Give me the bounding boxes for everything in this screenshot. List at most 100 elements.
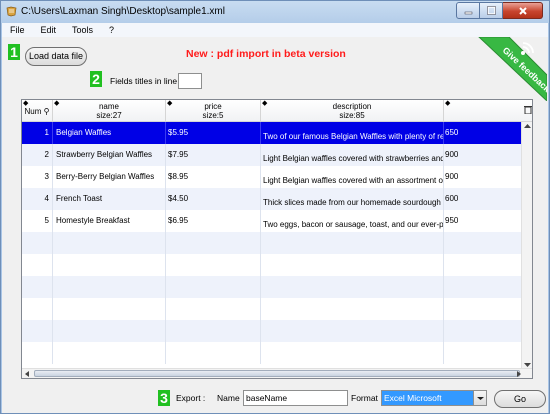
table-row[interactable]: 2 Strawberry Belgian Waffles $7.95 Light Be… <box>22 144 522 166</box>
fields-titles-input[interactable] <box>178 73 202 89</box>
trash-icon[interactable] <box>524 105 532 114</box>
export-format-select[interactable]: Excel Microsoft <box>381 390 487 406</box>
table-cell-num[interactable]: 4 <box>22 188 53 210</box>
table-cell-name[interactable] <box>53 298 166 320</box>
table-cell-num[interactable] <box>22 232 53 254</box>
table-cell-price[interactable]: $7.95 <box>166 144 261 166</box>
menu-edit[interactable]: Edit <box>33 25 65 35</box>
table-cell-name[interactable]: French Toast <box>53 188 166 210</box>
title-bar: C:\Users\Laxman Singh\Desktop\sample1.xm… <box>1 1 549 23</box>
menu-help[interactable]: ? <box>101 25 122 35</box>
table-cell-calories[interactable] <box>444 298 522 320</box>
table-cell-calories[interactable]: 600 <box>444 188 522 210</box>
table-cell-name[interactable] <box>53 254 166 276</box>
table-cell-num[interactable] <box>22 254 53 276</box>
vertical-scrollbar[interactable] <box>521 122 532 370</box>
scroll-left-icon[interactable] <box>25 371 30 377</box>
table-cell-description[interactable]: Thick slices made from our homemade sour… <box>261 188 444 210</box>
format-label: Format <box>351 393 378 403</box>
table-row[interactable]: 3 Berry-Berry Belgian Waffles $8.95 Light B… <box>22 166 522 188</box>
table-cell-name[interactable] <box>53 276 166 298</box>
table-cell-price[interactable]: $6.95 <box>166 210 261 232</box>
table-cell-price[interactable] <box>166 342 261 364</box>
empty-table-row[interactable] <box>22 254 522 276</box>
empty-table-row[interactable] <box>22 320 522 342</box>
column-header-price[interactable]: ◆ price size:5 <box>166 100 261 122</box>
table-cell-name[interactable] <box>53 342 166 364</box>
table-cell-description[interactable]: Light Belgian waffles covered with an as… <box>261 166 444 188</box>
table-cell-description[interactable]: Two eggs, bacon or sausage, toast, and o… <box>261 210 444 232</box>
table-cell-price[interactable] <box>166 254 261 276</box>
table-cell-price[interactable] <box>166 298 261 320</box>
empty-table-row[interactable] <box>22 232 522 254</box>
scroll-right-icon[interactable] <box>517 371 522 377</box>
table-cell-description[interactable] <box>261 232 444 254</box>
empty-table-row[interactable] <box>22 342 522 364</box>
table-cell-calories[interactable]: 900 <box>444 144 522 166</box>
table-cell-price[interactable] <box>166 276 261 298</box>
table-cell-price[interactable]: $4.50 <box>166 188 261 210</box>
table-cell-price[interactable]: $8.95 <box>166 166 261 188</box>
table-cell-calories[interactable] <box>444 342 522 364</box>
table-cell-num[interactable] <box>22 298 53 320</box>
table-cell-name[interactable]: Berry-Berry Belgian Waffles <box>53 166 166 188</box>
table-cell-price[interactable]: $5.95 <box>166 122 261 144</box>
menu-file[interactable]: File <box>2 25 33 35</box>
table-cell-num[interactable] <box>22 276 53 298</box>
table-row[interactable]: 1 Belgian Waffles $5.95 Two of our famous B… <box>22 122 522 144</box>
table-cell-num[interactable] <box>22 342 53 364</box>
table-cell-calories[interactable]: 650 <box>444 122 522 144</box>
sort-marker-icon: ◆ <box>262 100 268 107</box>
column-header-num[interactable]: ◆ Num ⚲ <box>22 100 53 122</box>
table-cell-name[interactable] <box>53 320 166 342</box>
column-header-name[interactable]: ◆ name size:27 <box>53 100 166 122</box>
grid-header: ◆ Num ⚲ ◆ name size:27 ◆ price size:5 ◆ de… <box>22 100 532 122</box>
table-cell-num[interactable]: 1 <box>22 122 53 144</box>
table-cell-description[interactable]: Light Belgian waffles covered with straw… <box>261 144 444 166</box>
export-name-input[interactable]: baseName <box>243 390 348 406</box>
table-cell-description[interactable] <box>261 320 444 342</box>
menu-tools[interactable]: Tools <box>64 25 101 35</box>
table-cell-calories[interactable] <box>444 320 522 342</box>
load-data-file-button[interactable]: Load data file <box>25 47 87 66</box>
sort-marker-icon: ◆ <box>54 100 60 107</box>
table-cell-name[interactable]: Strawberry Belgian Waffles <box>53 144 166 166</box>
scroll-up-icon[interactable] <box>524 124 531 129</box>
go-button[interactable]: Go <box>494 390 546 408</box>
table-cell-price[interactable] <box>166 232 261 254</box>
maximize-button[interactable] <box>480 2 503 19</box>
table-cell-name[interactable]: Belgian Waffles <box>53 122 166 144</box>
table-cell-description[interactable]: Two of our famous Belgian Waffles with p… <box>261 122 444 144</box>
table-cell-description[interactable] <box>261 298 444 320</box>
column-header-calories[interactable]: ◆ <box>444 100 522 122</box>
sort-marker-icon: ◆ <box>167 100 173 107</box>
table-cell-calories[interactable] <box>444 276 522 298</box>
export-label: Export : <box>176 393 206 403</box>
table-cell-num[interactable]: 3 <box>22 166 53 188</box>
table-cell-num[interactable] <box>22 320 53 342</box>
table-cell-calories[interactable]: 900 <box>444 166 522 188</box>
table-cell-calories[interactable] <box>444 254 522 276</box>
horizontal-scroll-thumb[interactable] <box>34 370 520 377</box>
table-cell-price[interactable] <box>166 320 261 342</box>
table-cell-num[interactable]: 2 <box>22 144 53 166</box>
close-button[interactable] <box>503 2 543 19</box>
table-cell-description[interactable] <box>261 342 444 364</box>
column-header-description[interactable]: ◆ description size:85 <box>261 100 444 122</box>
empty-table-row[interactable] <box>22 298 522 320</box>
chevron-down-icon[interactable] <box>473 391 486 405</box>
minimize-button[interactable] <box>456 2 480 19</box>
table-cell-num[interactable]: 5 <box>22 210 53 232</box>
table-cell-description[interactable] <box>261 276 444 298</box>
table-cell-description[interactable] <box>261 254 444 276</box>
table-row[interactable]: 5 Homestyle Breakfast $6.95 Two eggs, bacon… <box>22 210 522 232</box>
table-cell-calories[interactable] <box>444 232 522 254</box>
empty-table-row[interactable] <box>22 276 522 298</box>
horizontal-scrollbar[interactable] <box>22 368 532 378</box>
give-feedback-badge[interactable]: Give feedback <box>473 37 547 101</box>
table-row[interactable]: 4 French Toast $4.50 Thick slices made from… <box>22 188 522 210</box>
give-feedback-ribbon: Give feedback <box>478 37 547 101</box>
table-cell-calories[interactable]: 950 <box>444 210 522 232</box>
table-cell-name[interactable] <box>53 232 166 254</box>
table-cell-name[interactable]: Homestyle Breakfast <box>53 210 166 232</box>
